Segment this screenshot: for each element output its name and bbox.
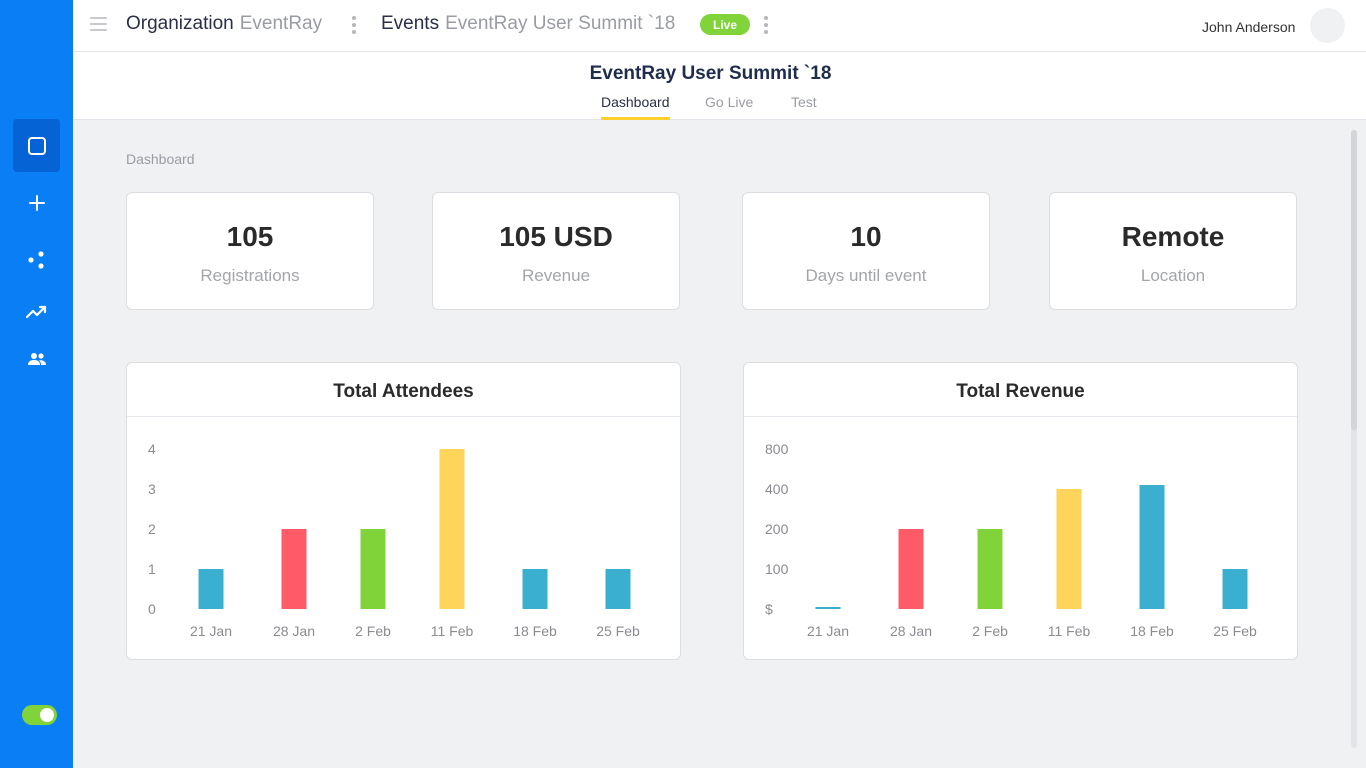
attendees-chart: 0 1 2 3 4 21 Jan 28 Jan 2 Feb 11 Feb 18 Feb 25 Feb	[148, 441, 640, 639]
bar-11-feb[interactable]	[1056, 489, 1082, 609]
event-header: EventRay User Summit `18 Dashboard Go Li…	[73, 52, 1366, 120]
bar-25-feb[interactable]	[605, 569, 631, 609]
stat-value: 105	[226, 221, 274, 252]
days-until-event-card: 10 Days until event	[742, 192, 990, 310]
y-tick-label: 3	[148, 481, 156, 497]
revenue-chart: $100 200 400 800 21 Jan 28 Jan 2 Feb 11 Feb 18 F…	[765, 441, 1257, 639]
x-tick-label: 2 Feb	[972, 623, 1008, 639]
y-tick-label: 400	[765, 481, 789, 497]
bar-28-jan[interactable]	[281, 529, 307, 609]
bar-11-feb[interactable]	[439, 449, 465, 609]
y-tick-label: 4	[148, 441, 156, 457]
event-more-icon[interactable]	[763, 15, 769, 35]
topbar: Organization EventRay Events EventRay User…	[73, 0, 1366, 52]
revenue-chart-card: Total Revenue $100 200 400 800 21 Jan 28 Jan 2…	[743, 362, 1298, 660]
event-title: EventRay User Summit `18	[589, 63, 832, 84]
tab-go-live[interactable]: Go Live	[705, 94, 753, 120]
stat-label: Revenue	[521, 266, 591, 285]
x-tick-label: 25 Feb	[596, 623, 640, 639]
breadcrumb-event[interactable]: Events EventRay User Summit `18	[381, 13, 675, 35]
x-tick-label: 21 Jan	[807, 623, 849, 639]
organization-name: EventRay	[239, 13, 323, 34]
y-tick-label: 200	[765, 521, 789, 537]
stat-value: Remote	[1121, 221, 1225, 252]
tab-dashboard[interactable]: Dashboard	[601, 94, 670, 120]
x-tick-label: 28 Jan	[273, 623, 315, 639]
location-card: Remote Location	[1049, 192, 1297, 310]
y-tick-label: 1	[148, 561, 156, 577]
sidebar-item-people[interactable]	[13, 337, 60, 381]
stat-label: Registrations	[200, 266, 300, 285]
live-status-badge: Live	[700, 14, 750, 35]
x-tick-label: 11 Feb	[431, 623, 474, 639]
sidebar	[0, 0, 73, 768]
stat-label: Days until event	[805, 266, 927, 285]
y-tick-label: 0	[148, 601, 156, 617]
bar-2-feb[interactable]	[977, 529, 1003, 609]
attendees-chart-card: Total Attendees 0 1 2 3 4 21 Jan 28 Jan 2 Feb 11…	[126, 362, 681, 660]
x-tick-label: 28 Jan	[890, 623, 932, 639]
user-name[interactable]: John Anderson	[1202, 19, 1295, 35]
sidebar-item-add[interactable]	[13, 181, 60, 225]
chart-title: Total Attendees	[333, 381, 474, 402]
x-tick-label: 21 Jan	[190, 623, 232, 639]
avatar[interactable]	[1310, 8, 1345, 43]
trend-icon	[25, 305, 46, 319]
mode-toggle[interactable]	[22, 705, 57, 725]
sidebar-item-analytics[interactable]	[13, 290, 60, 334]
x-tick-label: 25 Feb	[1213, 623, 1257, 639]
y-tick-label: 100	[765, 561, 789, 577]
y-tick-label: 800	[765, 441, 789, 457]
bar-25-feb[interactable]	[1222, 569, 1248, 609]
sidebar-item-dashboard[interactable]	[13, 119, 60, 172]
bar-21-jan[interactable]	[198, 569, 224, 609]
event-name: EventRay User Summit `18	[445, 13, 676, 34]
x-tick-label: 2 Feb	[355, 623, 391, 639]
events-label: Events	[381, 13, 440, 34]
scrollbar-thumb[interactable]	[1351, 130, 1357, 430]
bar-2-feb[interactable]	[360, 529, 386, 609]
breadcrumb-organization[interactable]: Organization EventRay	[126, 13, 322, 35]
tab-test[interactable]: Test	[791, 94, 817, 120]
stat-value: 105 USD	[499, 221, 613, 252]
x-tick-label: 18 Feb	[513, 623, 557, 639]
y-tick-label: 2	[148, 521, 156, 537]
square-icon	[27, 136, 46, 155]
page-label: Dashboard	[126, 151, 195, 167]
revenue-card: 105 USD Revenue	[432, 192, 680, 310]
bar-28-jan[interactable]	[898, 529, 924, 609]
menu-icon[interactable]	[90, 17, 107, 32]
y-tick-label: $	[765, 601, 773, 617]
stat-value: 10	[850, 221, 882, 252]
organization-label: Organization	[126, 13, 234, 34]
organization-more-icon[interactable]	[351, 15, 357, 35]
plus-icon	[28, 195, 45, 211]
chart-title: Total Revenue	[956, 381, 1085, 402]
bar-18-feb[interactable]	[522, 569, 548, 609]
bar-18-feb[interactable]	[1139, 485, 1165, 609]
toggle-knob	[40, 708, 54, 722]
people-icon	[27, 353, 46, 365]
x-tick-label: 18 Feb	[1130, 623, 1174, 639]
registrations-card: 105 Registrations	[126, 192, 374, 310]
x-tick-label: 11 Feb	[1048, 623, 1091, 639]
stat-label: Location	[1140, 266, 1206, 285]
nodes-icon	[27, 251, 44, 269]
sidebar-item-integrations[interactable]	[13, 238, 60, 282]
bar-21-jan[interactable]	[815, 607, 841, 609]
